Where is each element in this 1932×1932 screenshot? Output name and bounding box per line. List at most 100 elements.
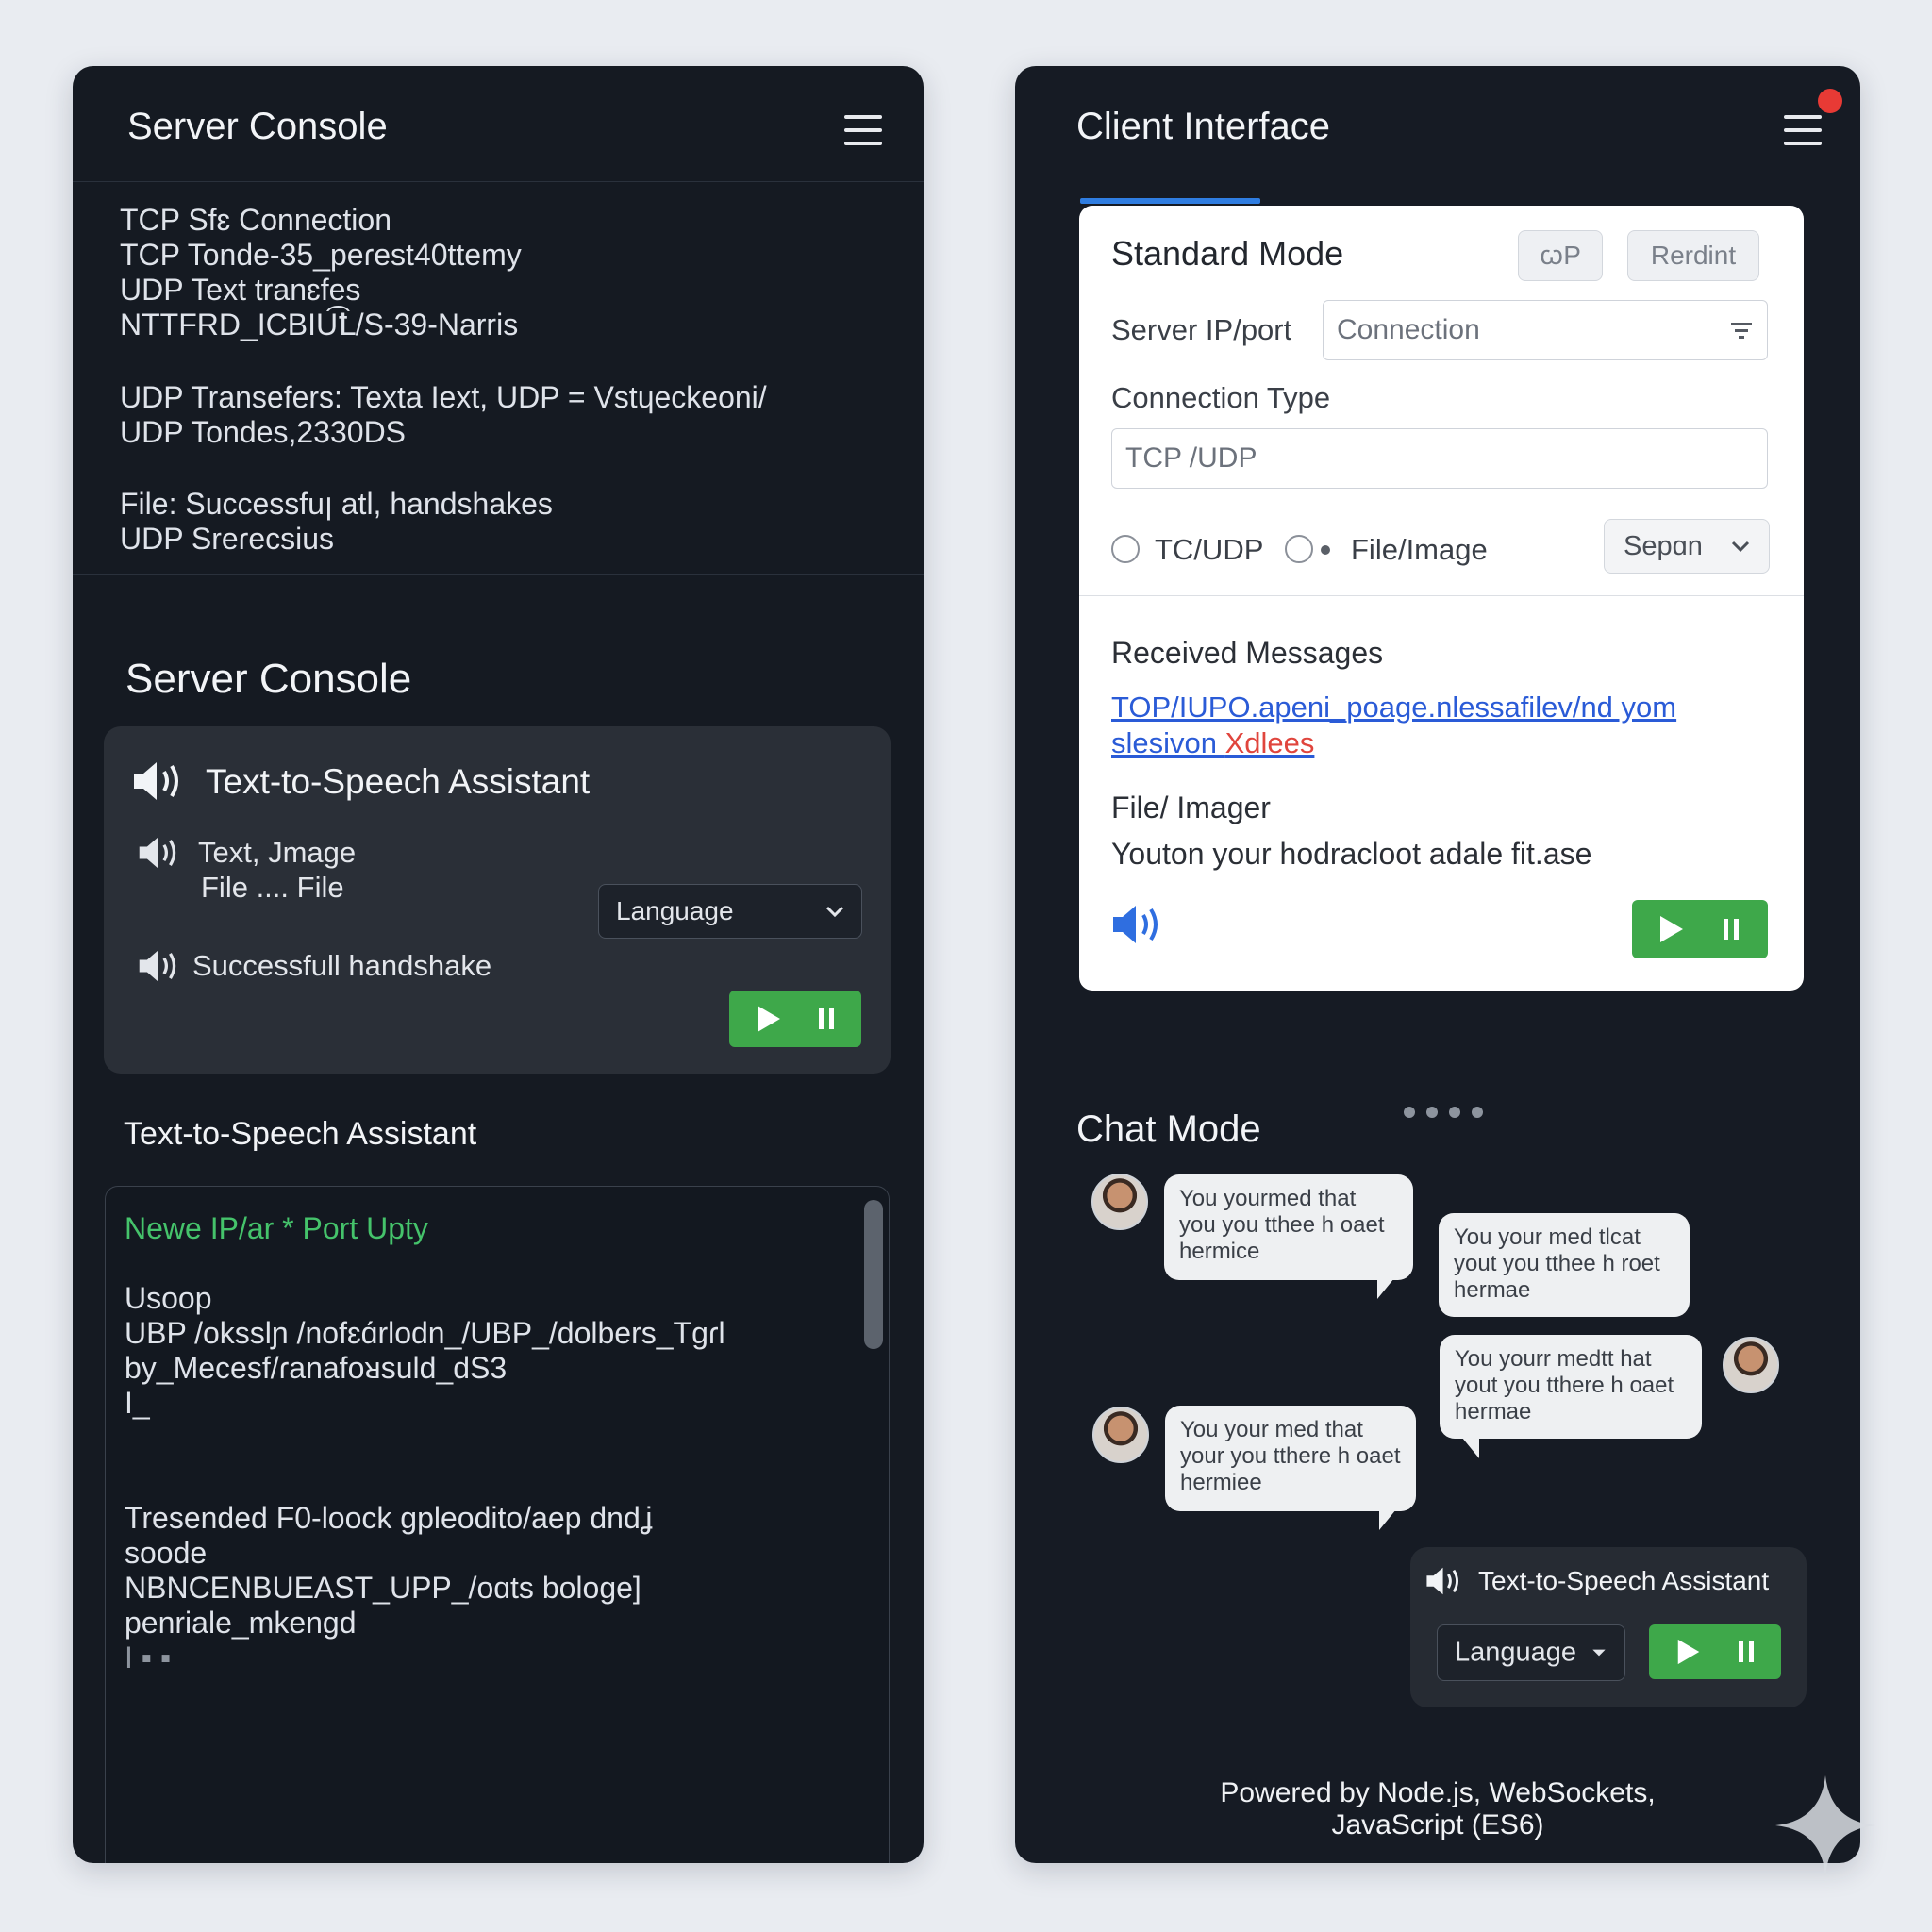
play-pause-control[interactable]: [1632, 900, 1768, 958]
speaker-icon[interactable]: [138, 949, 181, 983]
filter-icon[interactable]: [1731, 322, 1752, 339]
link-text: slesivon: [1111, 726, 1225, 759]
server-console-panel: Server Console TCP Sfɛ Connection TCP To…: [73, 66, 924, 1863]
radio-tcp-udp-label: TC/UDP: [1155, 533, 1264, 566]
bubble-line: hermae: [1455, 1399, 1532, 1424]
client-header: Client Interface: [1015, 66, 1860, 181]
bubble-line: You your med that: [1180, 1417, 1363, 1442]
pause-icon[interactable]: [1723, 918, 1740, 941]
chat-bubble: You your med tlcat yout you tthee h roet…: [1439, 1213, 1690, 1317]
server-header-title: Server Console: [127, 106, 388, 147]
speaker-icon[interactable]: [138, 836, 181, 870]
client-language-select[interactable]: Language: [1437, 1624, 1625, 1681]
play-icon[interactable]: [1675, 1638, 1702, 1666]
play-pause-control[interactable]: [729, 991, 861, 1047]
client-language-label: Language: [1455, 1637, 1577, 1668]
received-message-link-2[interactable]: slesivon Xdlees: [1111, 726, 1314, 760]
bubble-line: your you tthere h oaet: [1180, 1443, 1401, 1469]
chat-bubble: You your med that your you tthere h oaet…: [1165, 1406, 1416, 1511]
radio-tcp-udp[interactable]: [1111, 535, 1140, 563]
chat-mode-title: Chat Mode: [1076, 1108, 1261, 1150]
standard-mode-card: Standard Mode ꞷP Rerdint Server IP/port …: [1079, 206, 1804, 991]
play-icon[interactable]: [756, 1004, 782, 1034]
radio-file-image[interactable]: [1285, 535, 1313, 563]
link-text-highlight: Xdlees: [1224, 726, 1315, 759]
mode-select-value: Sepɑn: [1624, 531, 1703, 561]
client-header-title: Client Interface: [1076, 106, 1331, 147]
server-ip-value: Connection: [1337, 314, 1480, 345]
client-hamburger-icon[interactable]: [1784, 115, 1822, 145]
file-image-title: File/ Imager: [1111, 791, 1271, 824]
connection-type-label: Connection Type: [1111, 381, 1331, 414]
received-messages-title: Received Messages: [1111, 636, 1384, 670]
pause-icon[interactable]: [1738, 1641, 1755, 1663]
received-message-link[interactable]: TOP/IUPO.apeni_poage.nlessafilev/nd yom: [1111, 691, 1676, 724]
server-divider: [73, 574, 924, 575]
bubble-line: yout you tthee h roet: [1454, 1251, 1660, 1276]
language-select-label: Language: [616, 896, 734, 925]
log-line: File: Successfuꞁ atl, handshakes: [120, 487, 553, 521]
bubble-tail: [1379, 1509, 1396, 1530]
terminal-line: I ▪ ▪: [125, 1641, 172, 1674]
mode-button-a[interactable]: ꞷP: [1518, 230, 1603, 281]
chevron-down-icon: [825, 906, 844, 917]
speaker-icon[interactable]: [1425, 1566, 1463, 1596]
radio-file-image-label: File/Image: [1351, 533, 1488, 566]
bubble-line: You yourmed that: [1179, 1186, 1357, 1211]
active-tab-indicator: [1080, 198, 1260, 204]
footer-text: Powered by Node.js, WebSockets, JavaScri…: [1015, 1777, 1860, 1841]
server-log: TCP Sfɛ Connection TCP Tonde-35_peɾest40…: [120, 203, 522, 342]
server-hamburger-icon[interactable]: [844, 115, 882, 145]
terminal-line: Usoop: [125, 1281, 212, 1315]
tts-card: Text-to-Speech Assistant Text, Jmage Fil…: [104, 726, 891, 1074]
tts-line: Successfull handshake: [192, 949, 492, 982]
mode-button-b[interactable]: Rerdint: [1627, 230, 1759, 281]
terminal-line: UBP /oksslɲ /nofɛɑ́rlodn_/UBP_/dolbers_T…: [125, 1316, 725, 1350]
avatar: [1723, 1337, 1779, 1393]
footer-line-1: Powered by Node.js, WebSockets,: [1220, 1777, 1656, 1808]
terminal-output: Newe IP/ar * Port Upty Usoop UBP /oksslɲ…: [105, 1186, 890, 1863]
sparkle-icon: [1775, 1775, 1875, 1875]
terminal-line: penriale_mkengd: [125, 1606, 357, 1640]
bubble-line: hermiee: [1180, 1470, 1262, 1495]
tts-card-title: Text-to-Speech Assistant: [206, 762, 591, 801]
radio-bullet: [1321, 545, 1330, 555]
bubble-line: You your med tlcat: [1454, 1224, 1641, 1250]
server-section-title: Server Console: [125, 656, 412, 702]
terminal-line: soode: [125, 1536, 208, 1570]
log-line: UDP Sreɾecsius: [120, 522, 335, 556]
speaker-icon: [134, 762, 178, 800]
notification-dot: [1818, 89, 1842, 113]
file-image-text: Youton your hodracloot adale fit.ase: [1111, 837, 1592, 871]
tts-line: File .... File: [201, 871, 344, 904]
terminal-line: I_: [125, 1386, 150, 1420]
chat-bubble: You yourmed that you you tthee h oaet he…: [1164, 1174, 1413, 1280]
server-transfer-log: UDP Transefers: Texta Iext, UDP = Vstɥec…: [120, 380, 767, 450]
server-ip-input[interactable]: Connection: [1323, 300, 1768, 360]
play-pause-control[interactable]: [1649, 1624, 1781, 1679]
standard-mode-title: Standard Mode: [1111, 234, 1344, 273]
server-header: Server Console: [73, 66, 924, 182]
connection-type-input[interactable]: TCP /UDP: [1111, 428, 1768, 489]
tts-line: Text, Jmage: [198, 836, 357, 869]
terminal-line: by_Mecesf/ɾanafoᴚsuld_dS3: [125, 1351, 508, 1385]
play-icon[interactable]: [1658, 914, 1685, 944]
pause-icon[interactable]: [818, 1008, 835, 1030]
avatar: [1092, 1407, 1149, 1463]
speaker-icon[interactable]: [1111, 904, 1164, 945]
terminal-scrollbar[interactable]: [864, 1200, 883, 1349]
bubble-line: hermae: [1454, 1277, 1531, 1303]
server-file-log: File: Successfuꞁ atl, handshakes UDP Sre…: [120, 487, 553, 557]
bubble-line: You yourr medtt hat: [1455, 1346, 1652, 1372]
client-tts-title: Text-to-Speech Assistant: [1478, 1566, 1770, 1595]
footer-line-2: JavaScript (ES6): [1331, 1809, 1544, 1840]
bubble-line: you you tthee h oaet: [1179, 1212, 1385, 1238]
bubble-tail: [1462, 1438, 1479, 1458]
mode-select[interactable]: Sepɑn: [1604, 519, 1770, 574]
bubble-tail: [1377, 1278, 1394, 1299]
chevron-down-icon: [1731, 541, 1750, 552]
bubble-line: yout you tthere h oaet: [1455, 1373, 1674, 1398]
avatar: [1091, 1174, 1148, 1230]
log-line: UDP Text tranɛfes: [120, 273, 361, 307]
language-select[interactable]: Language: [598, 884, 862, 939]
